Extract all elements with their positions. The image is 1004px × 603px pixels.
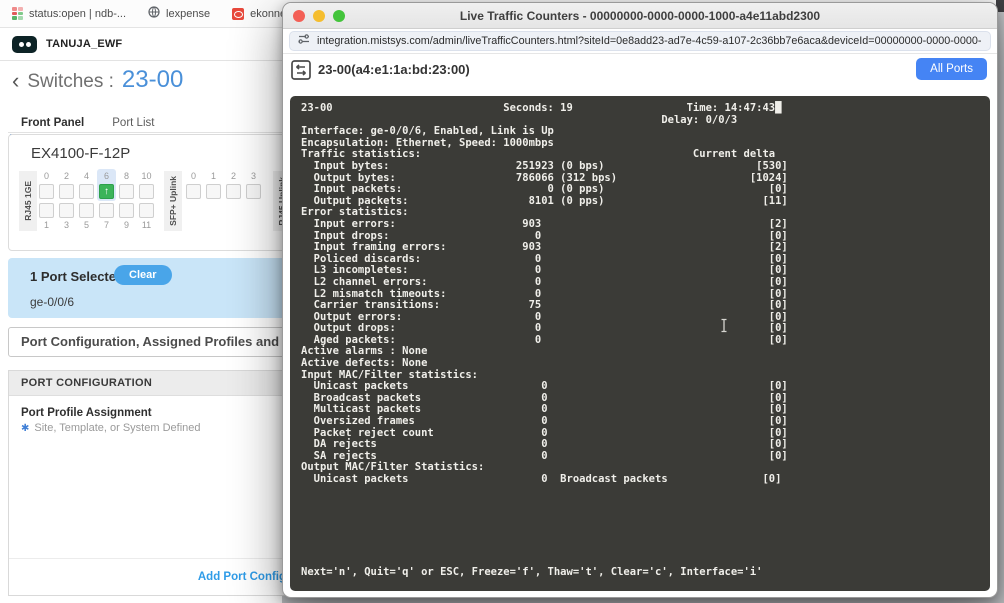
selection-count-label: 1 Port Selected [30,269,124,284]
globe-favicon [148,6,160,21]
tune-icon[interactable] [298,32,310,50]
mouse-cursor-ibeam [719,318,729,338]
port-profile-assignment-title: Port Profile Assignment [21,407,325,419]
port-column: 2 [226,171,241,231]
device-header-row: 23-00(a4:e1:1a:bd:23:00) All Ports [283,54,997,96]
port-cell-0[interactable] [39,184,54,199]
window-title: Live Traffic Counters - 00000000-0000-00… [460,9,820,23]
terminal-output: 23-00 Seconds: 19 Time: 14:47:43█ Delay:… [301,103,979,578]
url-field[interactable]: integration.mistsys.com/admin/liveTraffi… [289,31,991,51]
zoom-window-button[interactable] [333,10,345,22]
bookmark-label: status:open | ndb-... [29,8,126,20]
port-column: 4 5 [79,171,94,231]
port-cell-1[interactable] [39,203,54,218]
port-column: 0 [186,171,201,231]
port-diagram: RJ45 1GE 0 1 2 3 [19,171,291,231]
port-cell-2[interactable] [59,184,74,199]
switch-icon [291,60,311,80]
port-column: 3 [246,171,261,231]
minimize-window-button[interactable] [313,10,325,22]
device-name-label: 23-00(a4:e1:1a:bd:23:00) [318,60,470,80]
port-cell-9[interactable] [119,203,134,218]
port-cell-7[interactable] [99,203,114,218]
sfp-port-cell-1[interactable] [206,184,221,199]
close-window-button[interactable] [293,10,305,22]
mist-logo-icon[interactable] [12,36,37,53]
port-group-label-sfp-uplink: SFP+ Uplink [164,171,182,231]
live-traffic-counters-window: Live Traffic Counters - 00000000-0000-00… [282,2,998,598]
port-cell-8[interactable] [119,184,134,199]
background-window-edge [998,0,1004,603]
browser-url-bar: integration.mistsys.com/admin/liveTraffi… [283,29,997,54]
page-title: 23-00 [122,66,183,94]
clear-selection-button[interactable]: Clear [114,265,172,285]
bookmark-label: lexpense [166,8,210,20]
port-cell-11[interactable] [139,203,154,218]
traffic-counters-terminal: 23-00 Seconds: 19 Time: 14:47:43█ Delay:… [290,96,990,591]
page-heading: ‹ Switches : 23-00 [12,66,183,94]
grid-favicon [12,7,23,20]
selected-port-name: ge-0/0/6 [30,295,74,309]
port-profile-assignment-value: ✱ Site, Template, or System Defined [21,422,325,434]
port-column: 2 3 [59,171,74,231]
port-column: 8 9 [119,171,134,231]
app-bar: TANUJA_EWF [0,28,282,61]
up-arrow-icon: ↑ [104,187,109,197]
bookmark-status-open[interactable]: status:open | ndb-... [12,7,126,20]
port-column: 10 11 [139,171,154,231]
sfp-port-grid: 0 1 2 3 [186,171,261,231]
switch-model-label: EX4100-F-12P [31,145,130,162]
asterisk-icon: ✱ [21,423,29,434]
back-chevron-icon[interactable]: ‹ [12,71,19,91]
port-cell-4[interactable] [79,184,94,199]
window-controls [293,10,345,22]
screen: status:open | ndb-... lexpense ekonnect … [0,0,1004,603]
sfp-port-cell-3[interactable] [246,184,261,199]
sfp-port-cell-0[interactable] [186,184,201,199]
org-name: TANUJA_EWF [46,38,122,50]
port-group-label-rj45-1ge: RJ45 1GE [19,171,37,231]
breadcrumb-section: Switches : [27,71,114,93]
sfp-port-cell-2[interactable] [226,184,241,199]
port-column-selected: 6 ↑ 7 [99,171,114,231]
port-cell-10[interactable] [139,184,154,199]
port-cell-6-selected[interactable]: ↑ [99,184,114,199]
window-titlebar[interactable]: Live Traffic Counters - 00000000-0000-00… [283,3,997,29]
background-page: status:open | ndb-... lexpense ekonnect … [0,0,282,603]
url-text: integration.mistsys.com/admin/liveTraffi… [317,35,982,47]
port-cell-3[interactable] [59,203,74,218]
port-column: 1 [206,171,221,231]
port-column: 0 1 [39,171,54,231]
ekonnect-favicon [232,8,244,20]
rj45-port-grid: 0 1 2 3 4 5 [39,171,154,231]
bookmark-lexpense[interactable]: lexpense [148,6,210,21]
all-ports-button[interactable]: All Ports [916,58,987,80]
port-cell-5[interactable] [79,203,94,218]
